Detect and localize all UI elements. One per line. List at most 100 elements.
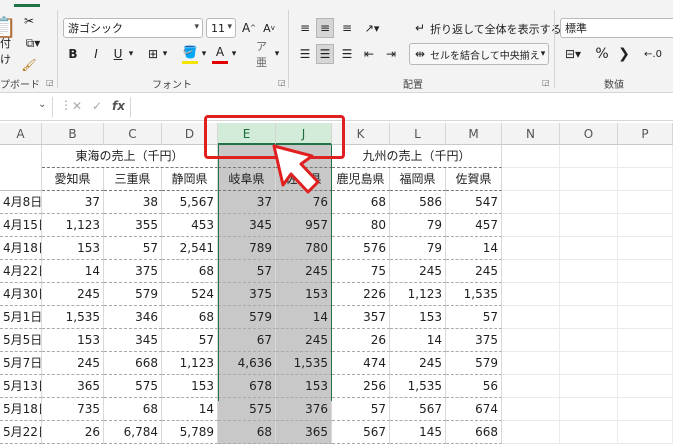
cell[interactable]	[502, 214, 560, 237]
cell[interactable]	[560, 237, 618, 260]
value-cell[interactable]: 68	[332, 191, 390, 214]
percent-icon[interactable]: %	[594, 44, 610, 64]
value-cell[interactable]: 457	[446, 214, 502, 237]
align-center-icon[interactable]: ☰	[316, 44, 334, 64]
date-cell[interactable]: 5月7日	[0, 352, 42, 375]
value-cell[interactable]: 14	[390, 329, 446, 352]
increase-indent-icon[interactable]: ⇥	[382, 44, 400, 64]
value-cell[interactable]: 668	[446, 421, 502, 444]
currency-icon[interactable]: ⊟▾	[560, 44, 586, 64]
date-cell[interactable]: 4月18日	[0, 237, 42, 260]
font-color-icon[interactable]: A	[212, 42, 228, 62]
value-cell[interactable]: 357	[332, 306, 390, 329]
value-cell[interactable]: 245	[42, 352, 104, 375]
value-cell[interactable]: 79	[390, 237, 446, 260]
value-cell[interactable]: 37	[42, 191, 104, 214]
wrap-text-label[interactable]: 折り返して全体を表示する	[430, 21, 562, 37]
subheader-cell[interactable]: 三重県	[104, 168, 162, 191]
value-cell[interactable]: 256	[332, 375, 390, 398]
cell[interactable]	[618, 214, 673, 237]
value-cell[interactable]: 376	[276, 398, 332, 421]
chevron-down-icon[interactable]: ▾	[194, 22, 199, 32]
value-cell[interactable]: 579	[446, 352, 502, 375]
value-cell[interactable]: 57	[162, 329, 218, 352]
orientation-icon[interactable]: ↗▾	[360, 18, 384, 38]
increase-font-icon[interactable]: A ^	[240, 18, 258, 38]
merge-center-label[interactable]: セルを結合して中央揃え	[430, 47, 540, 62]
align-left-icon[interactable]: ☰	[296, 44, 314, 64]
cell[interactable]	[560, 283, 618, 306]
value-cell[interactable]: 153	[42, 329, 104, 352]
column-header-n[interactable]: N	[502, 123, 560, 145]
cell[interactable]	[560, 306, 618, 329]
value-cell[interactable]: 1,123	[162, 352, 218, 375]
column-header-c[interactable]: C	[104, 123, 162, 145]
date-cell[interactable]: 4月8日	[0, 191, 42, 214]
value-cell[interactable]: 67	[218, 329, 276, 352]
value-cell[interactable]: 68	[218, 421, 276, 444]
date-cell[interactable]: 5月18日	[0, 398, 42, 421]
formula-input[interactable]	[130, 97, 673, 117]
value-cell[interactable]: 14	[162, 398, 218, 421]
value-cell[interactable]: 26	[42, 421, 104, 444]
chevron-down-icon[interactable]: ▾	[229, 44, 239, 64]
value-cell[interactable]: 674	[446, 398, 502, 421]
value-cell[interactable]: 80	[332, 214, 390, 237]
value-cell[interactable]: 56	[446, 375, 502, 398]
value-cell[interactable]: 524	[162, 283, 218, 306]
cell[interactable]	[560, 352, 618, 375]
chevron-down-icon[interactable]: ▾	[538, 44, 548, 64]
group-header-kyushu[interactable]: 九州の売上（千円）	[332, 145, 502, 168]
column-header-o[interactable]: O	[560, 123, 618, 145]
group-header-tokai[interactable]: 東海の売上（千円）	[42, 145, 218, 168]
cell[interactable]	[502, 260, 560, 283]
increase-decimal-icon[interactable]: ←.0	[640, 44, 666, 64]
value-cell[interactable]: 957	[276, 214, 332, 237]
cell[interactable]	[560, 398, 618, 421]
value-cell[interactable]: 579	[104, 283, 162, 306]
paste-label[interactable]: 付け	[0, 37, 16, 66]
value-cell[interactable]: 57	[332, 398, 390, 421]
copy-icon[interactable]: ⧉▾	[20, 34, 46, 52]
value-cell[interactable]: 575	[218, 398, 276, 421]
cell[interactable]	[618, 168, 673, 191]
value-cell[interactable]: 355	[104, 214, 162, 237]
value-cell[interactable]: 375	[104, 260, 162, 283]
cell[interactable]	[502, 191, 560, 214]
cell[interactable]	[618, 237, 673, 260]
bold-icon[interactable]: B	[65, 44, 81, 64]
value-cell[interactable]: 567	[390, 398, 446, 421]
value-cell[interactable]: 579	[218, 306, 276, 329]
value-cell[interactable]: 79	[390, 214, 446, 237]
value-cell[interactable]: 153	[162, 375, 218, 398]
value-cell[interactable]: 6,784	[104, 421, 162, 444]
value-cell[interactable]: 576	[332, 237, 390, 260]
value-cell[interactable]: 153	[276, 283, 332, 306]
cell[interactable]	[560, 329, 618, 352]
fill-color-icon[interactable]: 🪣	[182, 42, 198, 62]
cell[interactable]	[560, 421, 618, 444]
subheader-cell[interactable]: 鹿児島県	[332, 168, 390, 191]
italic-icon[interactable]: I	[88, 44, 104, 64]
column-header-p[interactable]: P	[618, 123, 673, 145]
value-cell[interactable]: 14	[446, 237, 502, 260]
value-cell[interactable]: 57	[446, 306, 502, 329]
date-cell[interactable]: 5月22日	[0, 421, 42, 444]
font-name-combo[interactable]: 游ゴシック ▾	[63, 18, 203, 38]
value-cell[interactable]: 1,123	[390, 283, 446, 306]
value-cell[interactable]: 789	[218, 237, 276, 260]
date-cell[interactable]: 5月1日	[0, 306, 42, 329]
cell[interactable]	[502, 306, 560, 329]
cancel-icon[interactable]: ✕	[72, 99, 82, 113]
value-cell[interactable]: 75	[332, 260, 390, 283]
date-cell[interactable]: 4月15日	[0, 214, 42, 237]
cell[interactable]	[502, 237, 560, 260]
cell[interactable]	[618, 283, 673, 306]
value-cell[interactable]: 145	[390, 421, 446, 444]
value-cell[interactable]: 346	[104, 306, 162, 329]
value-cell[interactable]: 153	[42, 237, 104, 260]
value-cell[interactable]: 245	[390, 352, 446, 375]
cell[interactable]	[618, 329, 673, 352]
number-format-combo[interactable]: 標準	[560, 18, 673, 38]
cell[interactable]	[618, 191, 673, 214]
